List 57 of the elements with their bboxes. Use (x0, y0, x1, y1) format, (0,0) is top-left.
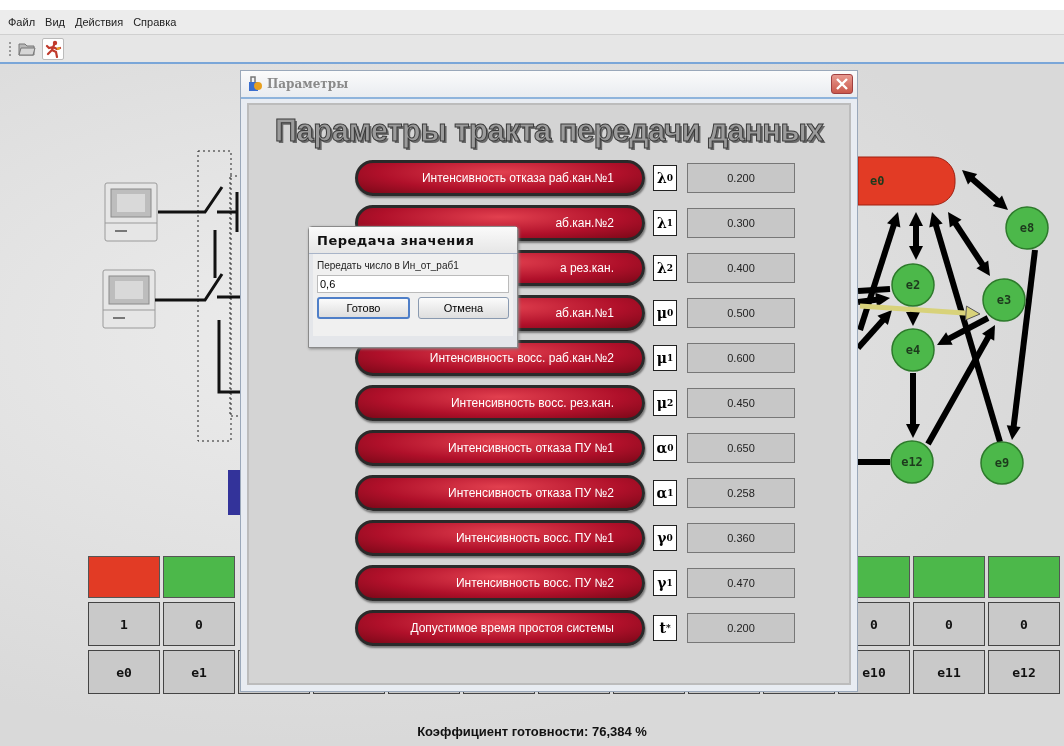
parameter-button[interactable]: Допустимое время простоя системы (355, 610, 645, 646)
close-button[interactable] (831, 74, 853, 94)
computer-icon (102, 269, 156, 329)
value-cell: 1 (88, 602, 160, 646)
value-cell: 0 (163, 602, 235, 646)
parameter-button[interactable]: Интенсивность восс. рез.кан. (355, 385, 645, 421)
state-label-cell: e11 (913, 650, 985, 694)
value-field[interactable]: 0.450 (687, 388, 795, 418)
indicator-bar (228, 470, 240, 515)
value-field[interactable]: 0.650 (687, 433, 795, 463)
window-title: Параметры (267, 77, 350, 91)
menu-item[interactable]: Вид (45, 16, 65, 28)
dialog-button[interactable]: Отмена (418, 297, 509, 319)
graph-node: e12 (890, 440, 934, 484)
state-label-cell: e12 (988, 650, 1060, 694)
symbol-label: t$^{*}$ (653, 615, 677, 641)
parameter-button[interactable]: Интенсивность восс. ПУ №2 (355, 565, 645, 601)
parameter-button[interactable]: Интенсивность отказа раб.кан.№1 (355, 160, 645, 196)
prompt-text: Передать число в Ин_от_раб1 (317, 260, 460, 271)
toolbar-grip-icon (8, 40, 12, 57)
arrow (906, 373, 920, 438)
value-cell: 0 (988, 602, 1060, 646)
graph-node: e4 (891, 328, 935, 372)
value-field[interactable]: 0.258 (687, 478, 795, 508)
computer-icon (104, 182, 158, 242)
arrow (909, 212, 923, 260)
menu-item[interactable]: Файл (8, 16, 36, 28)
graph-node: e2 (891, 263, 935, 307)
dialog-title: Передача значения (309, 227, 517, 254)
state-label-cell: e0 (88, 650, 160, 694)
value-field[interactable]: 0.400 (687, 253, 795, 283)
value-field[interactable]: 0.500 (687, 298, 795, 328)
dialog-heading: Параметры тракта передачи данных (274, 113, 824, 149)
value-field[interactable]: 0.300 (687, 208, 795, 238)
menu-item[interactable]: Справка (133, 16, 177, 28)
input-field[interactable]: 0,6 (317, 275, 509, 293)
app-icon (247, 76, 263, 92)
value-field[interactable]: 0.600 (687, 343, 795, 373)
graph-node: e3 (982, 278, 1026, 322)
state-label-cell: e1 (163, 650, 235, 694)
menu-item[interactable]: Действия (74, 16, 124, 28)
graph-node: e0 (858, 156, 956, 206)
value-cell: 0 (913, 602, 985, 646)
value-field[interactable]: 0.200 (687, 163, 795, 193)
parameter-button[interactable]: Интенсивность восс. ПУ №1 (355, 520, 645, 556)
running-figure-icon[interactable] (44, 39, 62, 58)
graph-node: e8 (1005, 206, 1049, 250)
value-field[interactable]: 0.200 (687, 613, 795, 643)
value-field[interactable]: 0.470 (687, 568, 795, 598)
arrow (962, 170, 1008, 210)
dialog-button[interactable]: Готово (317, 297, 410, 319)
close-icon (835, 77, 849, 91)
parameter-button[interactable]: Интенсивность отказа ПУ №1 (355, 430, 645, 466)
parameter-button[interactable]: Интенсивность отказа ПУ №2 (355, 475, 645, 511)
readiness-text: Коэффициент готовности: 76,384 % (417, 724, 647, 739)
graph-node: e9 (980, 441, 1024, 485)
value-field[interactable]: 0.360 (687, 523, 795, 553)
